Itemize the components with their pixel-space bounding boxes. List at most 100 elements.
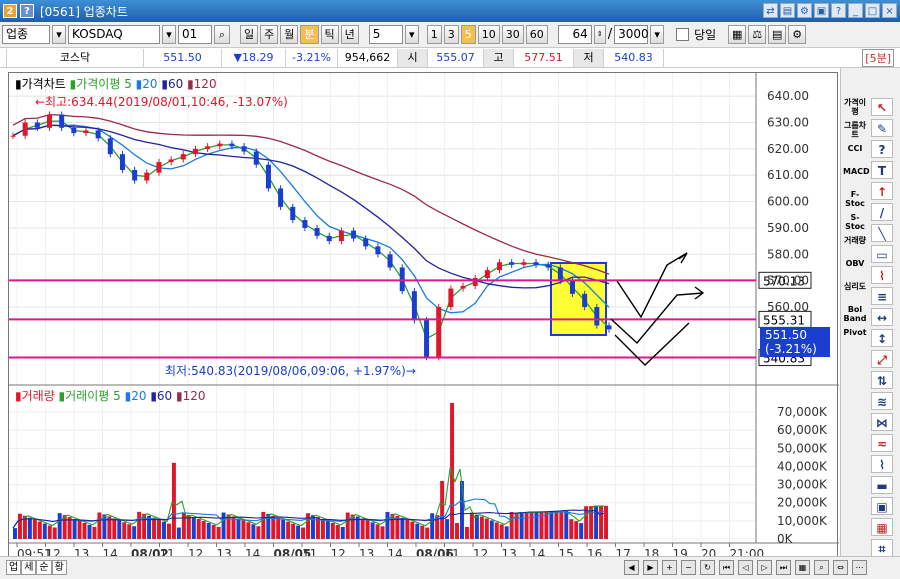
lock-icon[interactable]: ▣	[814, 3, 829, 18]
indicator-5[interactable]: S-Stoc	[843, 213, 867, 231]
search-icon[interactable]: ⌕	[214, 25, 230, 44]
indicator-4[interactable]: F-Stoc	[843, 190, 867, 208]
market-chevron-icon[interactable]: ▾	[162, 25, 176, 44]
drawing-tool-18-icon[interactable]: ▬	[871, 476, 893, 494]
interval-5[interactable]: 5	[460, 25, 476, 44]
compare-icon[interactable]: ⚖	[748, 25, 767, 44]
indicator-3[interactable]: MACD	[843, 167, 870, 176]
drawing-tool-9-icon[interactable]: ≡	[871, 287, 893, 305]
volume-bar	[325, 521, 330, 539]
scroll-right-icon[interactable]: ▶	[643, 560, 658, 575]
indicator-8[interactable]: 심리도	[843, 282, 867, 291]
first-icon[interactable]: ⏮	[719, 560, 734, 575]
drawing-tool-12-icon[interactable]: ⤢	[871, 350, 893, 368]
window-number-icon[interactable]: 2	[3, 4, 17, 18]
drawing-tool-20-icon[interactable]: ▦	[871, 518, 893, 536]
print-icon[interactable]: ▤	[780, 3, 795, 18]
interval-1[interactable]: 1	[426, 25, 442, 44]
tab-order[interactable]: 순	[36, 560, 52, 575]
scroll-left-icon[interactable]: ◀	[624, 560, 639, 575]
code-input[interactable]: 01	[178, 25, 212, 44]
volume-bar	[335, 524, 340, 539]
indicator-6[interactable]: 거래량	[843, 236, 867, 245]
drawing-tool-6-icon[interactable]: ╲	[871, 224, 893, 242]
fit-icon[interactable]: ⇔	[833, 560, 848, 575]
period-week[interactable]: 주	[260, 25, 279, 44]
drawing-tool-10-icon[interactable]: ↔	[871, 308, 893, 326]
zoom-out-icon[interactable]: −	[681, 560, 696, 575]
zoom-in-icon[interactable]: +	[662, 560, 677, 575]
period-year[interactable]: 년	[340, 25, 359, 44]
interval-chevron-icon[interactable]: ▾	[404, 25, 419, 44]
drawing-tool-14-icon[interactable]: ≋	[871, 392, 893, 410]
total-chevron-icon[interactable]: ▾	[650, 25, 665, 44]
interval-select[interactable]: 5	[368, 25, 403, 44]
tab-status[interactable]: 황	[51, 560, 67, 575]
minimize-icon[interactable]: _	[848, 3, 863, 18]
drawing-tool-13-icon[interactable]: ⇅	[871, 371, 893, 389]
last-icon[interactable]: ⏭	[776, 560, 791, 575]
market-select[interactable]: KOSDAQ	[68, 25, 160, 44]
dropdown-chevron-icon[interactable]: ▾	[52, 25, 66, 44]
link-icon[interactable]: ⇄	[763, 3, 778, 18]
period-month[interactable]: 월	[280, 25, 299, 44]
drawing-tool-4-icon[interactable]: ↑	[871, 182, 893, 200]
drawing-tool-1-icon[interactable]: ✎	[871, 119, 893, 137]
indicator-1[interactable]: 그룹차트	[843, 121, 867, 139]
count-input[interactable]: 64	[557, 25, 592, 44]
chart-area[interactable]: 570.13 555.31 540.83 640.00 630.00 620.00 610…	[8, 72, 839, 565]
drawing-tool-3-icon[interactable]: T	[871, 161, 893, 179]
interval-30[interactable]: 30	[501, 25, 524, 44]
tab-industry[interactable]: 업	[6, 560, 22, 575]
next-icon[interactable]: ▷	[757, 560, 772, 575]
drawing-tool-7-icon[interactable]: ▭	[871, 245, 893, 263]
interval-60[interactable]: 60	[525, 25, 548, 44]
drawing-tool-21-icon[interactable]: ⌗	[871, 539, 893, 557]
settings-icon[interactable]: ⚙	[797, 3, 812, 18]
help-icon[interactable]: ?	[20, 4, 34, 18]
indicator-0[interactable]: 가격이평	[843, 98, 867, 116]
indicator-9[interactable]: Bol Band	[843, 305, 867, 323]
volume-bar	[191, 517, 196, 539]
indicator-10[interactable]: Pivot	[843, 328, 867, 337]
today-checkbox[interactable]	[676, 28, 690, 41]
more-icon[interactable]: ⋯	[852, 560, 867, 575]
chart-tool-icon[interactable]: ▦	[728, 25, 747, 44]
drawing-tool-15-icon[interactable]: ⋈	[871, 413, 893, 431]
period-tick[interactable]: 틱	[320, 25, 339, 44]
total-input[interactable]: 3000	[614, 25, 649, 44]
drawing-tool-11-icon[interactable]: ↕	[871, 329, 893, 347]
interval-10[interactable]: 10	[477, 25, 500, 44]
current-price: 551.50	[144, 48, 222, 67]
drawing-tool-5-icon[interactable]: /	[871, 203, 893, 221]
count-spinner[interactable]: ⇕	[593, 25, 606, 44]
maximize-icon[interactable]: □	[865, 3, 880, 18]
candle-body	[290, 206, 296, 221]
drawing-tool-8-icon[interactable]: ⌇	[871, 266, 893, 284]
drawing-tool-17-icon[interactable]: ⌇	[871, 455, 893, 473]
close-icon[interactable]: ×	[882, 3, 897, 18]
period-minute[interactable]: 분	[300, 25, 319, 44]
volume-bar	[181, 513, 186, 539]
indicator-7[interactable]: OBV	[843, 259, 867, 268]
indicator-2[interactable]: CCI	[843, 144, 867, 153]
drawing-tool-19-icon[interactable]: ▣	[871, 497, 893, 515]
chart-svg[interactable]: 570.13555.31540.83 640.00 630.00 620.00 610…	[9, 73, 839, 565]
interval-3[interactable]: 3	[443, 25, 459, 44]
drawing-tool-0-icon[interactable]: ↖	[871, 98, 893, 116]
prev-icon[interactable]: ◁	[738, 560, 753, 575]
help-button[interactable]: ?	[831, 3, 846, 18]
indicator-icon[interactable]: ▤	[768, 25, 787, 44]
grid-icon[interactable]: ▦	[795, 560, 810, 575]
period-day[interactable]: 일	[240, 25, 259, 44]
search-bottom-icon[interactable]: ⌕	[814, 560, 829, 575]
volume-bar	[132, 526, 137, 539]
tab-detail[interactable]: 세	[21, 560, 37, 575]
drawing-tool-2-icon[interactable]: ?	[871, 140, 893, 158]
config-icon[interactable]: ⚙	[788, 25, 807, 44]
drawing-tool-16-icon[interactable]: ≂	[871, 434, 893, 452]
candle-body	[521, 262, 527, 265]
volume-bar	[241, 520, 246, 539]
category-select[interactable]: 업종	[2, 25, 50, 44]
refresh-icon[interactable]: ↻	[700, 560, 715, 575]
